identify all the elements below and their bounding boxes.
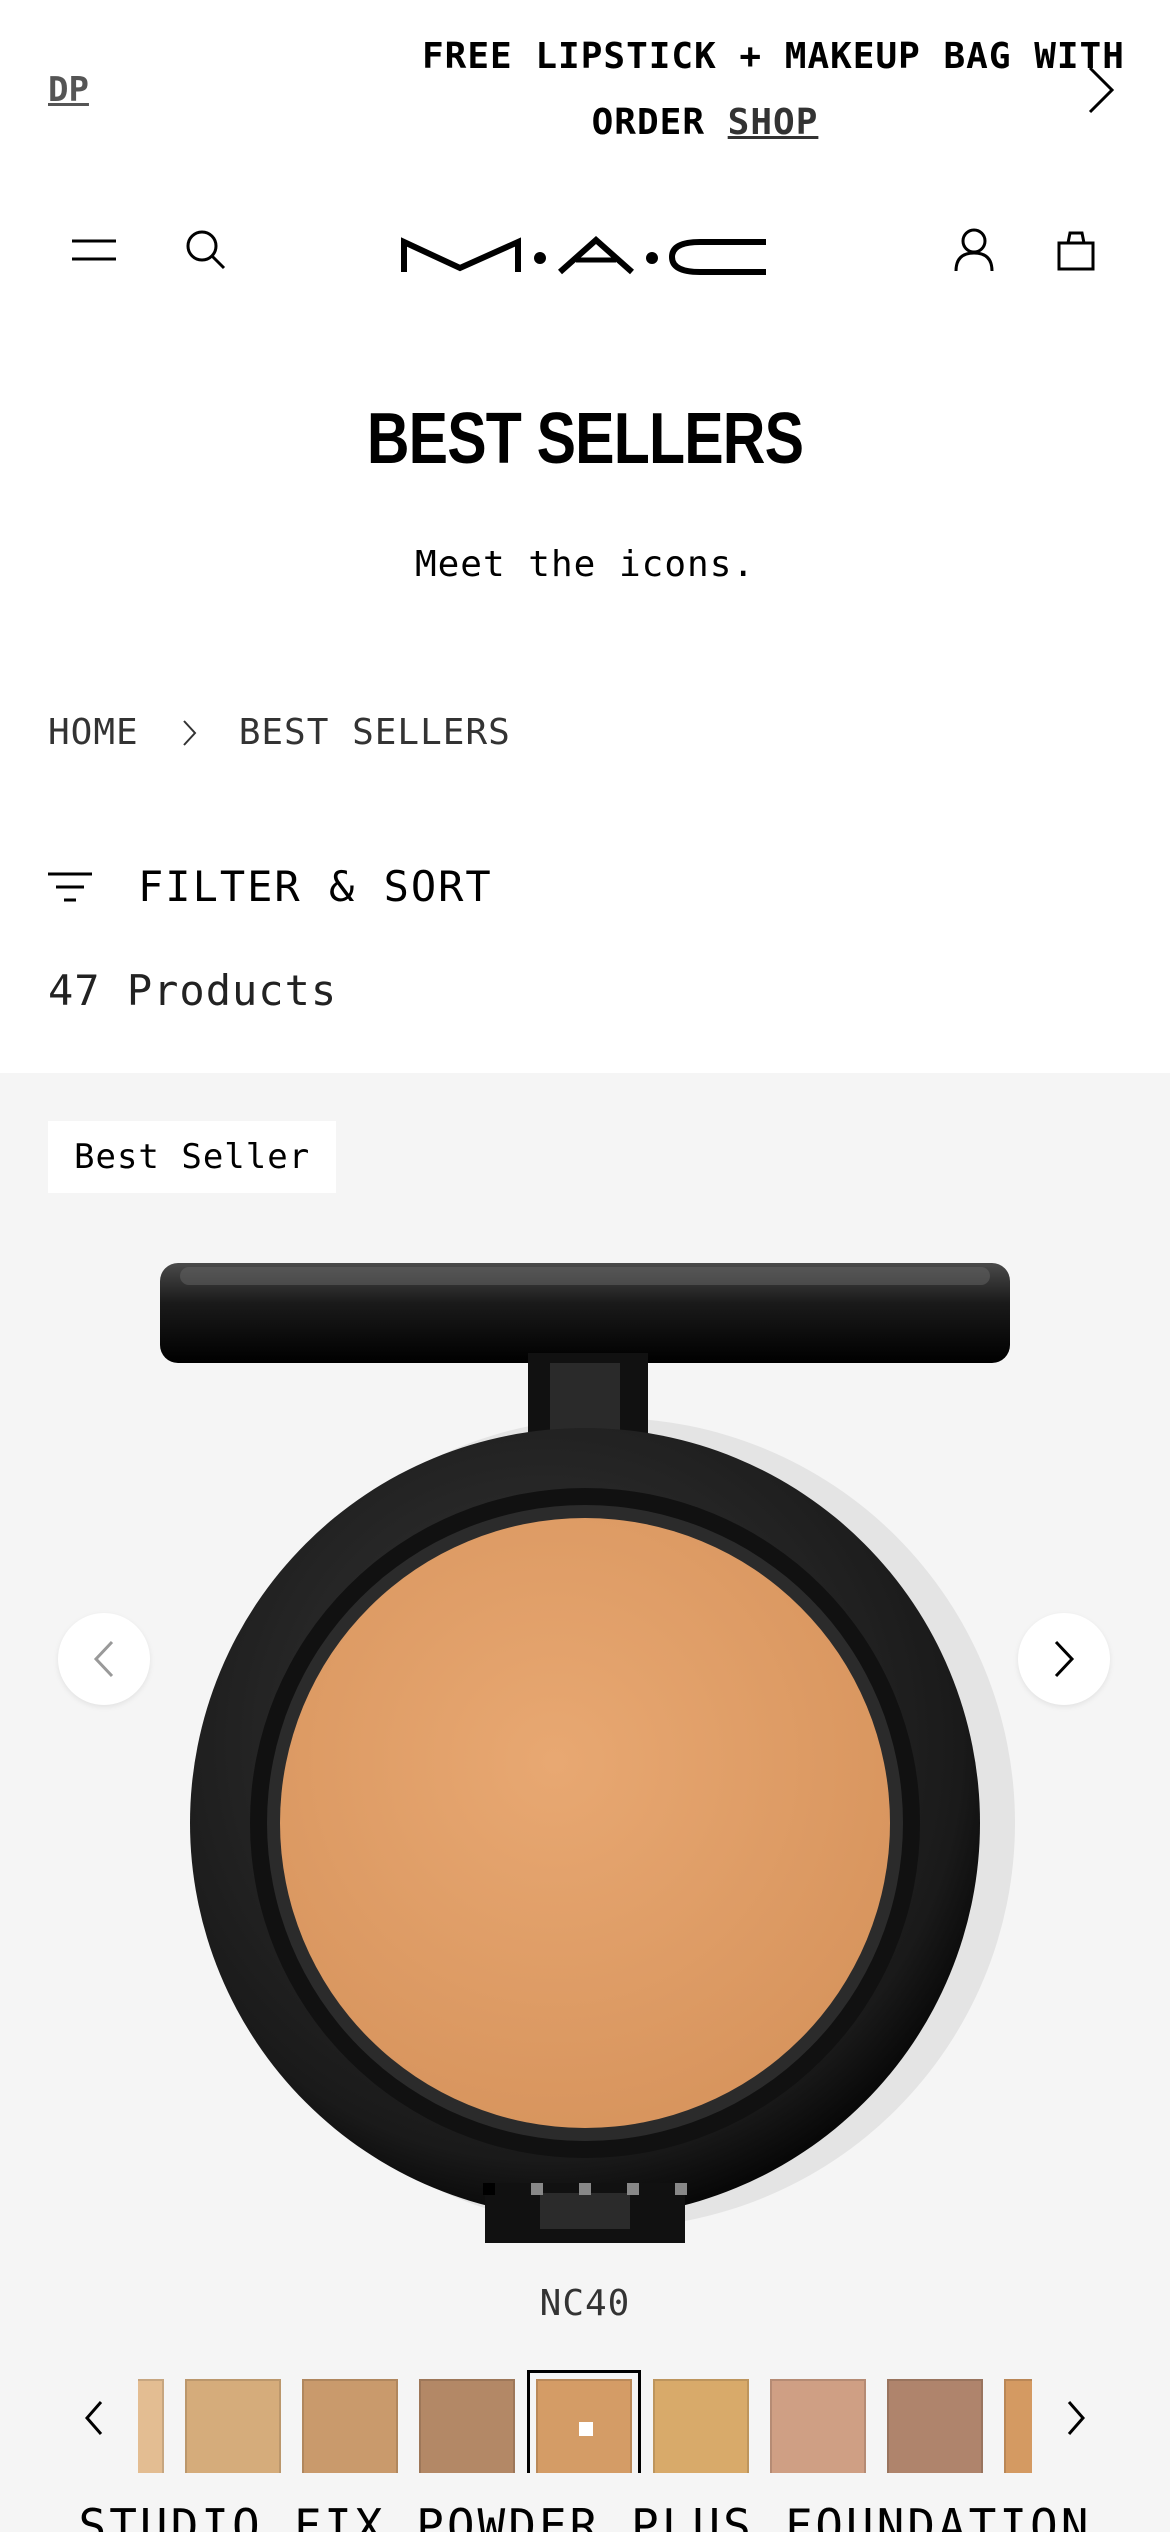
image-next-button[interactable] [1018,1613,1110,1705]
promo-shop-link[interactable]: SHOP [728,102,819,143]
product-count: 47 Products [48,966,338,1015]
menu-icon [72,239,116,261]
page-subtitle: Meet the icons. [414,544,756,585]
shade-swatch[interactable] [185,2379,281,2473]
best-seller-badge: Best Seller [48,1121,337,1193]
shade-prev-button[interactable] [74,2393,114,2443]
pagination-dot[interactable] [675,2183,687,2195]
pagination-dot[interactable] [579,2183,591,2195]
mac-logo-mark [401,235,766,275]
chevron-right-icon [1067,2401,1085,2435]
account-button[interactable] [948,224,1000,276]
chevron-right-icon [1088,66,1115,114]
pagination-dot[interactable] [483,2183,495,2195]
breadcrumb-separator [169,713,209,753]
shade-next-button[interactable] [1056,2393,1096,2443]
image-pagination [0,2183,1170,2195]
shade-swatch[interactable] [887,2379,983,2473]
promo-banner: DP FREE LIPSTICK + MAKEUP BAG WITH S ORD… [0,0,1170,180]
site-header [0,210,1170,290]
pagination-dot[interactable] [627,2183,639,2195]
pagination-dot[interactable] [531,2183,543,2195]
filter-sort-label: FILTER & SORT [138,862,493,911]
promo-text: FREE LIPSTICK + MAKEUP BAG WITH S [422,36,1132,77]
chevron-left-icon [85,2401,103,2435]
shade-swatch[interactable] [138,2379,164,2473]
shade-selector [0,2363,1170,2473]
product-card[interactable]: Best Seller NC40 STUDIO FIX POWDER PLUS … [0,1073,1170,2532]
breadcrumb-home[interactable]: HOME [48,712,139,753]
shade-swatch-track [138,2363,1032,2473]
account-icon [954,228,994,272]
product-name[interactable]: STUDIO FIX POWDER PLUS FOUNDATION [0,2499,1170,2532]
shade-swatch[interactable] [1004,2379,1032,2473]
search-icon [186,230,226,270]
image-prev-button[interactable] [58,1613,150,1705]
menu-button[interactable] [68,224,120,276]
chevron-right-icon [182,719,197,746]
shade-name: NC40 [539,2283,631,2324]
shade-swatch-selected[interactable] [527,2370,641,2473]
shopping-bag-icon [1057,231,1095,271]
search-button[interactable] [180,224,232,276]
shade-swatch[interactable] [302,2379,398,2473]
breadcrumb-current: BEST SELLERS [238,712,511,753]
promo-next-button[interactable] [1080,62,1120,118]
shade-swatch[interactable] [419,2379,515,2473]
mac-logo[interactable] [400,228,770,282]
cart-button[interactable] [1050,224,1102,276]
promo-order-text: ORDER [591,102,728,143]
filter-sort-button[interactable]: FILTER & SORT [48,862,493,911]
compact-powder-image [160,1263,1015,2253]
chevron-left-icon [93,1640,114,1678]
promo-text-line2: ORDER SHOP [0,102,1170,143]
product-image[interactable] [150,1183,1020,2253]
chevron-right-icon [1054,1640,1075,1678]
filter-icon [48,872,92,901]
breadcrumb: HOME BEST SELLERS [48,712,511,753]
page-title: BEST SELLERS [366,399,804,479]
shade-swatch[interactable] [653,2379,749,2473]
shade-swatch[interactable] [770,2379,866,2473]
